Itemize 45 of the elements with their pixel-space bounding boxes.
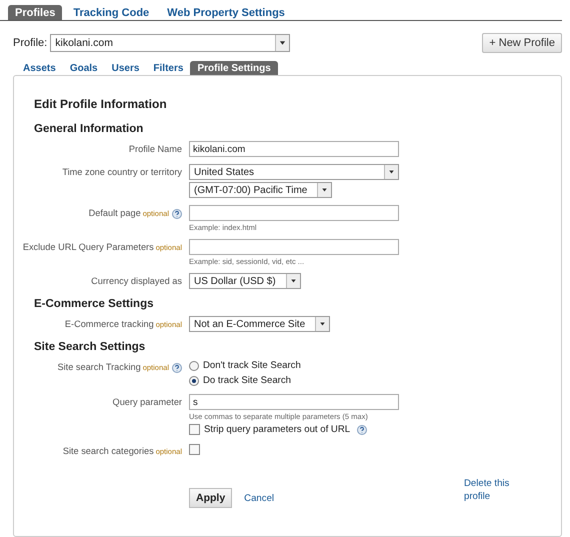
field-label: Time zone country or territory: [61, 166, 182, 179]
checkbox[interactable]: [189, 444, 200, 455]
text-field[interactable]: [189, 205, 399, 221]
radio-button[interactable]: [189, 376, 199, 386]
tab[interactable]: Users: [104, 61, 146, 75]
checkbox-label: Strip query parameters out of URL: [204, 424, 350, 435]
tab[interactable]: Goals: [62, 61, 105, 75]
radio-label: Don't track Site Search: [203, 360, 301, 371]
field-label: Query parameter: [112, 396, 182, 409]
section-heading: Site Search Settings: [34, 341, 146, 353]
panel-title: Edit Profile Information: [34, 97, 168, 111]
field-label: Profile Name: [128, 143, 182, 156]
tab[interactable]: Assets: [16, 61, 63, 75]
dropdown[interactable]: Not an E-Commerce Site: [189, 316, 330, 332]
delete-profile-link[interactable]: Delete this profile: [464, 478, 516, 504]
dropdown-caret-icon: [315, 317, 330, 331]
profile-dropdown[interactable]: kikolani.com: [50, 34, 290, 52]
help-icon[interactable]: [357, 424, 368, 434]
text-field[interactable]: s: [189, 394, 399, 410]
tab[interactable]: Filters: [146, 61, 190, 75]
profile-label: Profile:: [13, 37, 48, 49]
dropdown[interactable]: US Dollar (USD $): [189, 273, 301, 289]
tab[interactable]: Profiles: [8, 5, 62, 20]
tab[interactable]: Profile Settings: [190, 61, 278, 75]
cancel-link[interactable]: Cancel: [244, 492, 274, 504]
tab[interactable]: Web Property Settings: [160, 5, 292, 20]
dropdown[interactable]: United States: [189, 164, 399, 180]
section-heading: E-Commerce Settings: [34, 298, 155, 310]
radio-label: Do track Site Search: [203, 375, 291, 386]
help-icon[interactable]: [172, 208, 182, 219]
tab[interactable]: Tracking Code: [66, 5, 156, 20]
dropdown-caret-icon: [286, 274, 300, 288]
field-label: Currency displayed as: [90, 275, 182, 288]
apply-button[interactable]: Apply: [189, 488, 232, 508]
help-icon[interactable]: [172, 362, 182, 373]
section-heading: General Information: [34, 123, 144, 135]
new-profile-button[interactable]: + New Profile: [482, 33, 562, 53]
dropdown[interactable]: (GMT-07:00) Pacific Time: [189, 182, 332, 198]
checkbox[interactable]: [189, 424, 200, 435]
dropdown-caret-icon: [317, 183, 332, 197]
text-field[interactable]: [189, 239, 399, 255]
radio-button[interactable]: [189, 360, 199, 370]
text-field[interactable]: kikolani.com: [189, 141, 399, 157]
dropdown-caret-icon: [384, 165, 398, 179]
dropdown-caret-icon: [275, 35, 290, 51]
